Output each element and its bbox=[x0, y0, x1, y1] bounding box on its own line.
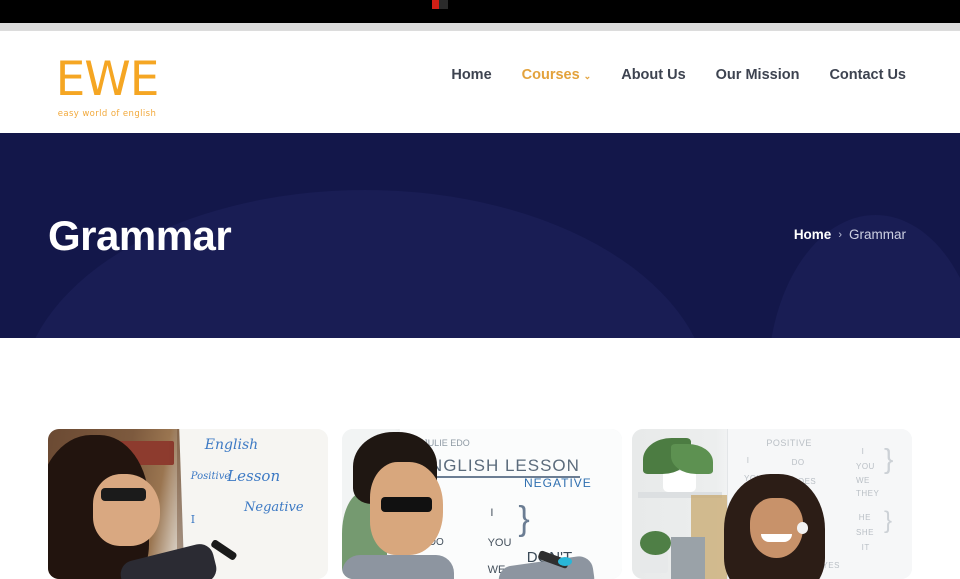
nav-item-home[interactable]: Home bbox=[451, 67, 491, 83]
whiteboard-brace: } bbox=[518, 500, 530, 538]
logo-mark: EWE bbox=[55, 52, 160, 107]
course-card[interactable]: JULIE EDO ENGLISH LESSON NEGATIVE I YOU … bbox=[342, 429, 622, 579]
whiteboard-text: YOU bbox=[487, 537, 512, 549]
nav-label: Home bbox=[451, 67, 492, 83]
whiteboard-text: NEGATIVE bbox=[524, 475, 592, 490]
whiteboard-text: IT bbox=[861, 543, 870, 552]
nav-item-our-mission[interactable]: Our Mission bbox=[716, 67, 800, 83]
whiteboard-brace: } bbox=[884, 443, 894, 474]
nav-label: Our Mission bbox=[715, 67, 800, 83]
site-header: EWE easy world of english Home Courses ⌄… bbox=[0, 31, 960, 133]
red-marker-icon bbox=[432, 0, 439, 9]
main-navigation: Home Courses ⌄ About Us Our Mission Cont… bbox=[451, 67, 906, 83]
course-card-image: POSITIVE I YOU WE DO DOES I YOU WE THEY … bbox=[632, 429, 912, 579]
whiteboard-text: DO bbox=[791, 457, 805, 467]
nav-label: Courses bbox=[521, 67, 580, 83]
site-logo[interactable]: EWE easy world of english bbox=[48, 56, 166, 120]
nav-label: About Us bbox=[621, 67, 686, 83]
whiteboard-text: English bbox=[204, 436, 259, 453]
nav-item-about-us[interactable]: About Us bbox=[621, 67, 685, 83]
course-card-image: JULIE EDO ENGLISH LESSON NEGATIVE I YOU … bbox=[342, 429, 622, 579]
breadcrumb-home-link[interactable]: Home bbox=[794, 227, 832, 242]
whiteboard-text: POSITIVE bbox=[766, 438, 812, 448]
whiteboard-text: I bbox=[861, 447, 865, 456]
browser-top-bar bbox=[0, 0, 960, 23]
whiteboard-text: SHE bbox=[856, 528, 874, 537]
dark-marker-icon bbox=[439, 0, 448, 9]
course-cards-section: English Positive Lesson Negative I you J… bbox=[0, 338, 960, 579]
breadcrumb: Home › Grammar bbox=[794, 227, 906, 242]
nav-item-courses[interactable]: Courses ⌄ bbox=[522, 67, 592, 83]
whiteboard-text: I bbox=[746, 456, 750, 465]
whiteboard-text: I bbox=[490, 507, 494, 519]
whiteboard-text: YES bbox=[822, 561, 840, 570]
chrome-divider bbox=[0, 23, 960, 31]
whiteboard-brace: } bbox=[884, 507, 893, 534]
breadcrumb-current: Grammar bbox=[849, 227, 906, 242]
whiteboard-text: I bbox=[190, 513, 196, 526]
whiteboard-text: Lesson bbox=[227, 466, 281, 485]
course-card[interactable]: POSITIVE I YOU WE DO DOES I YOU WE THEY … bbox=[632, 429, 912, 579]
chevron-down-icon: ⌄ bbox=[583, 70, 592, 81]
whiteboard-text: Negative bbox=[244, 499, 304, 515]
nav-item-contact-us[interactable]: Contact Us bbox=[829, 67, 906, 83]
whiteboard-text: HE bbox=[858, 513, 871, 522]
breadcrumb-separator-icon: › bbox=[838, 228, 842, 241]
course-card[interactable]: English Positive Lesson Negative I you bbox=[48, 429, 328, 579]
nav-label: Contact Us bbox=[829, 67, 906, 83]
whiteboard-text: Positive bbox=[190, 471, 231, 482]
whiteboard-text: WE bbox=[856, 475, 870, 485]
page-title: Grammar bbox=[48, 212, 232, 259]
whiteboard-text: YOU bbox=[856, 462, 875, 471]
logo-tagline: easy world of english bbox=[57, 109, 157, 119]
course-card-image: English Positive Lesson Negative I you bbox=[48, 429, 328, 579]
whiteboard-text: THEY bbox=[856, 489, 880, 498]
